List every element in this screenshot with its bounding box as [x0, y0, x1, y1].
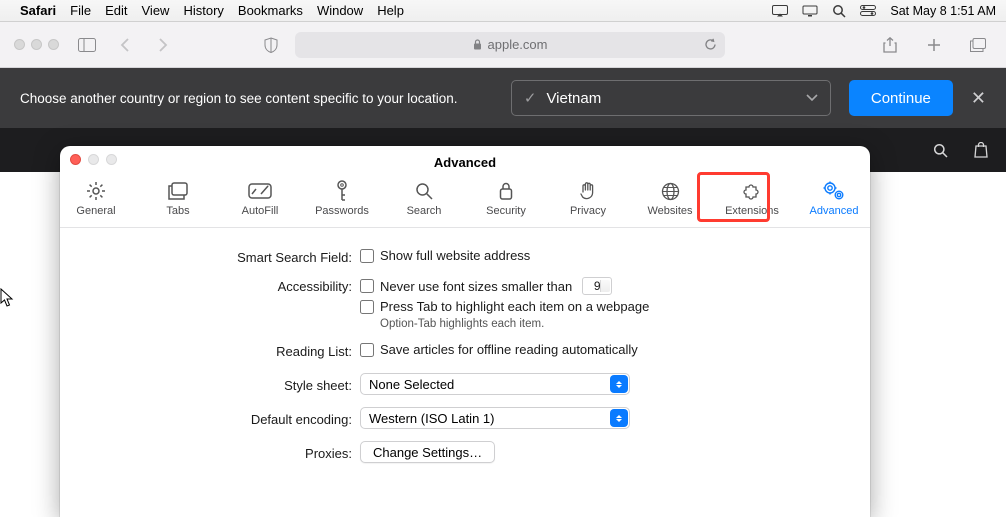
mouse-cursor — [0, 288, 14, 308]
app-menu[interactable]: Safari — [20, 3, 56, 18]
autofill-icon — [248, 180, 272, 202]
tab-general[interactable]: General — [65, 178, 127, 219]
reload-icon[interactable] — [704, 38, 717, 51]
region-message: Choose another country or region to see … — [20, 91, 511, 106]
prefs-title: Advanced — [60, 149, 870, 170]
menu-bookmarks[interactable]: Bookmarks — [238, 3, 303, 18]
prefs-form: Smart Search Field: Show full website ad… — [60, 228, 870, 463]
tab-highlight-checkbox[interactable]: Press Tab to highlight each item on a we… — [360, 299, 840, 314]
menu-window[interactable]: Window — [317, 3, 363, 18]
country-value: Vietnam — [546, 90, 601, 107]
stylesheet-label: Style sheet: — [90, 376, 360, 393]
privacy-report-icon[interactable] — [257, 33, 285, 57]
prefs-traffic-lights[interactable] — [70, 154, 117, 165]
close-banner-icon[interactable]: ✕ — [971, 88, 986, 109]
safari-preferences-window: Advanced General Tabs AutoFill Passwords… — [60, 146, 870, 517]
tab-extensions[interactable]: Extensions — [721, 178, 783, 219]
gear-icon — [86, 180, 106, 202]
smart-search-label: Smart Search Field: — [90, 248, 360, 265]
stylesheet-select[interactable]: None Selected — [360, 373, 630, 395]
tab-tabs[interactable]: Tabs — [147, 178, 209, 219]
hand-icon — [580, 180, 596, 202]
screen-mirroring-icon[interactable] — [772, 5, 788, 17]
forward-button[interactable] — [149, 33, 177, 57]
offline-reading-checkbox[interactable]: Save articles for offline reading automa… — [360, 342, 840, 357]
share-icon[interactable] — [876, 33, 904, 57]
gears-icon — [823, 180, 845, 202]
select-arrow-icon — [610, 375, 628, 393]
sidebar-toggle-icon[interactable] — [73, 33, 101, 57]
tab-privacy[interactable]: Privacy — [557, 178, 619, 219]
window-traffic-lights[interactable] — [14, 39, 59, 50]
control-center-icon[interactable] — [860, 5, 876, 16]
menu-help[interactable]: Help — [377, 3, 404, 18]
continue-button[interactable]: Continue — [849, 80, 953, 116]
change-settings-button[interactable]: Change Settings… — [360, 441, 495, 463]
tab-autofill[interactable]: AutoFill — [229, 178, 291, 219]
tab-overview-icon[interactable] — [964, 33, 992, 57]
menu-file[interactable]: File — [70, 3, 91, 18]
tab-search[interactable]: Search — [393, 178, 455, 219]
tabs-icon — [168, 180, 188, 202]
min-font-size-checkbox[interactable]: Never use font sizes smaller than9 — [360, 277, 840, 295]
tab-advanced[interactable]: Advanced — [803, 178, 865, 219]
prefs-tabstrip: General Tabs AutoFill Passwords Search S… — [60, 172, 870, 228]
safari-toolbar: apple.com — [0, 22, 1006, 68]
menubar-datetime[interactable]: Sat May 8 1:51 AM — [890, 4, 996, 18]
tab-security[interactable]: Security — [475, 178, 537, 219]
globe-icon — [661, 180, 680, 202]
puzzle-icon — [742, 180, 762, 202]
url-bar[interactable]: apple.com — [295, 32, 725, 58]
lock-icon — [499, 180, 513, 202]
mac-menubar: Safari File Edit View History Bookmarks … — [0, 0, 1006, 22]
reading-list-label: Reading List: — [90, 342, 360, 359]
show-full-url-checkbox[interactable]: Show full website address — [360, 248, 840, 263]
region-banner: Choose another country or region to see … — [0, 68, 1006, 128]
menu-view[interactable]: View — [142, 3, 170, 18]
new-tab-icon[interactable] — [920, 33, 948, 57]
shopping-bag-icon[interactable] — [974, 142, 988, 158]
accessibility-label: Accessibility: — [90, 277, 360, 294]
min-font-size-stepper[interactable]: 9 — [582, 277, 612, 295]
tab-passwords[interactable]: Passwords — [311, 178, 373, 219]
key-icon — [335, 180, 349, 202]
lock-icon — [473, 39, 482, 50]
display-icon[interactable] — [802, 5, 818, 17]
encoding-select[interactable]: Western (ISO Latin 1) — [360, 407, 630, 429]
encoding-label: Default encoding: — [90, 410, 360, 427]
check-icon: ✓ — [524, 89, 537, 107]
spotlight-icon[interactable] — [832, 4, 846, 18]
site-search-icon[interactable] — [933, 143, 948, 158]
chevron-down-icon — [806, 94, 818, 102]
proxies-label: Proxies: — [90, 444, 360, 461]
tab-websites[interactable]: Websites — [639, 178, 701, 219]
tab-highlight-hint: Option-Tab highlights each item. — [380, 318, 840, 330]
search-icon — [415, 180, 433, 202]
url-host: apple.com — [488, 37, 548, 52]
menu-edit[interactable]: Edit — [105, 3, 127, 18]
country-select[interactable]: ✓ Vietnam — [511, 80, 831, 116]
menu-history[interactable]: History — [183, 3, 223, 18]
select-arrow-icon — [610, 409, 628, 427]
back-button[interactable] — [111, 33, 139, 57]
